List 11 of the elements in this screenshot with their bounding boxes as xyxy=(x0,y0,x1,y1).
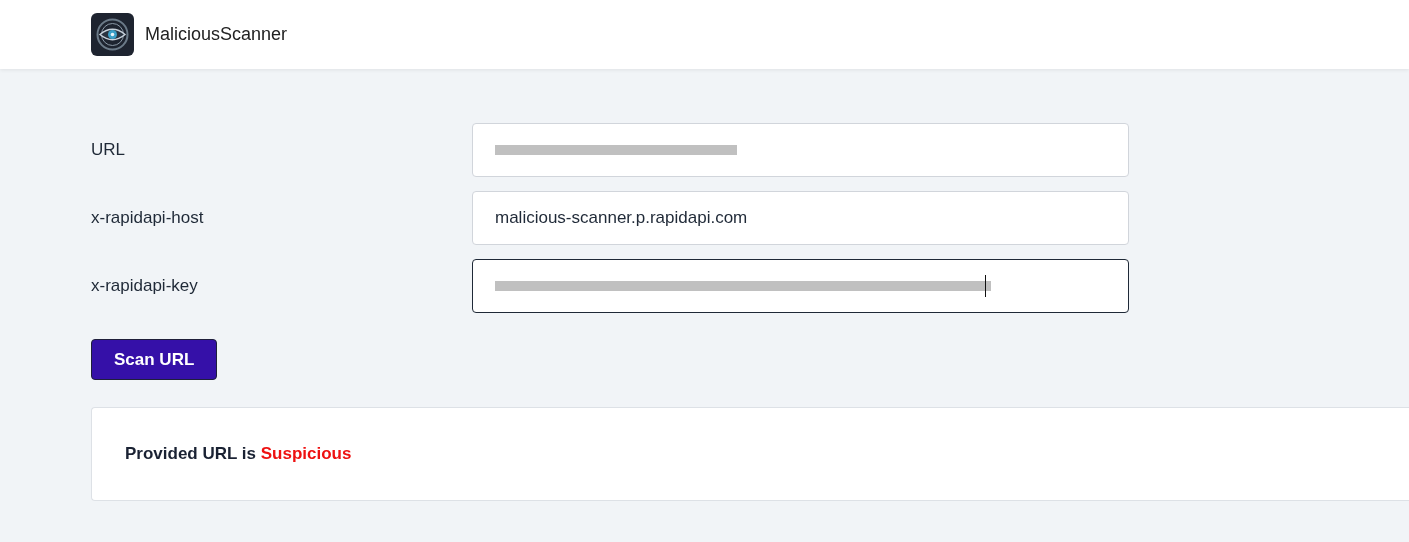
field-label: x-rapidapi-host xyxy=(91,207,205,230)
app-title: MaliciousScanner xyxy=(145,23,288,46)
input-field[interactable]: malicious-scanner.p.rapidapi.com xyxy=(472,191,1129,245)
eye-logo-icon xyxy=(91,13,134,56)
result-message: Provided URL is Suspicious xyxy=(125,443,352,466)
scan-url-button[interactable]: Scan URL xyxy=(91,339,218,380)
input-field[interactable] xyxy=(472,259,1129,313)
field-label: x-rapidapi-key xyxy=(91,275,199,298)
field-label: URL xyxy=(91,139,126,162)
text-cursor xyxy=(985,275,986,297)
field-value: malicious-scanner.p.rapidapi.com xyxy=(495,207,748,230)
